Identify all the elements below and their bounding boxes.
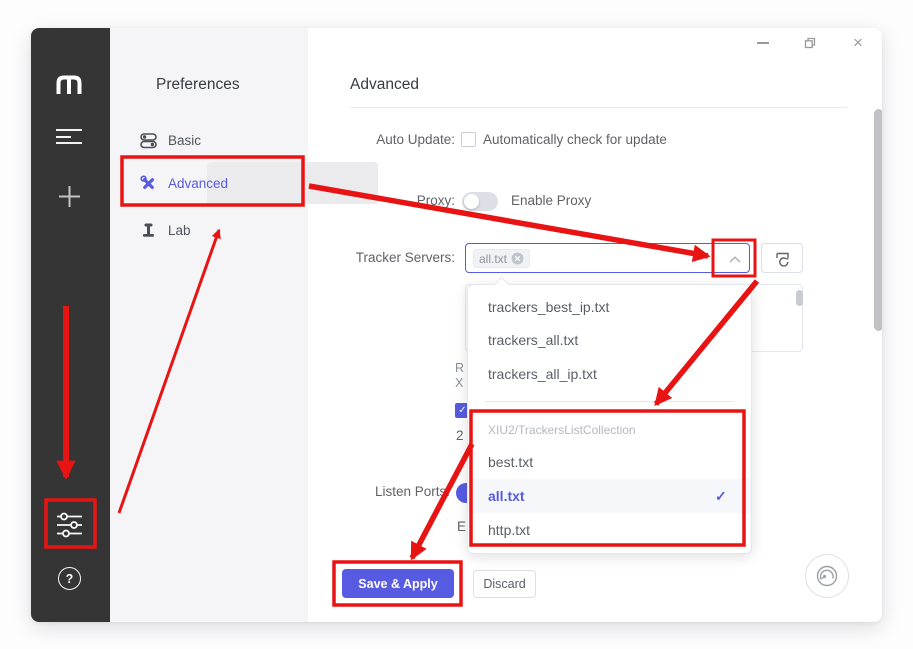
speedometer-icon [816,565,838,587]
add-task-icon[interactable] [58,185,81,208]
hidden-text-fragment: X [455,376,464,390]
dropdown-group-label: XIU2/TrackersListCollection [488,423,636,437]
lab-stamp-icon [143,223,154,237]
auto-update-label: Auto Update: [376,132,455,147]
check-icon: ✓ [715,488,727,504]
restore-icon [804,37,816,49]
hidden-text-fragment: 2 [456,428,464,443]
hidden-text-fragment: E [457,519,467,534]
window-scrollbar-thumb[interactable] [874,109,882,331]
tracker-dropdown: trackers_best_ip.txt trackers_all.txt tr… [467,276,752,554]
basic-toggles-icon [140,132,157,148]
sync-icon [775,252,789,267]
proxy-toggle[interactable] [462,192,498,211]
app-window: ? Preferences Basic Advanced Lab × Advan… [31,28,882,622]
tag-close-icon[interactable] [511,252,524,265]
help-icon[interactable]: ? [58,567,81,590]
textarea-scrollbar-thumb[interactable] [796,290,803,306]
dropdown-item[interactable]: trackers_all.txt [488,328,578,352]
dropdown-item[interactable]: best.txt [488,450,533,474]
motrix-logo-icon [56,75,82,94]
nav-label-advanced: Advanced [168,175,229,191]
dropdown-notch [493,276,510,293]
tracker-servers-select[interactable]: all.txt [465,243,750,273]
preferences-sliders-icon[interactable] [56,512,83,538]
nav-label-lab: Lab [168,222,191,238]
app-sidebar: ? [31,28,110,622]
dropdown-divider [485,401,734,402]
hidden-text-fragment: R [455,361,465,375]
dropdown-item[interactable]: http.txt [488,518,530,542]
nav-item-basic[interactable]: Basic [128,119,298,161]
close-icon: × [853,33,863,52]
proxy-label: Proxy: [416,193,455,208]
save-apply-button[interactable]: Save & Apply [342,569,454,598]
minimize-button[interactable] [752,32,774,54]
screenshot-canvas: ? Preferences Basic Advanced Lab × Advan… [0,0,913,649]
speed-limit-button[interactable] [805,554,849,598]
proxy-toggle-knob [464,194,479,209]
nav-label-basic: Basic [168,132,202,148]
dropdown-item[interactable]: trackers_best_ip.txt [488,295,609,319]
task-list-icon[interactable] [56,129,82,145]
listen-ports-label: Listen Ports: [374,484,450,499]
preferences-panel: Preferences Basic Advanced Lab [110,28,378,622]
dropdown-item[interactable]: trackers_all_ip.txt [488,362,597,386]
minimize-icon [757,42,769,44]
restore-button[interactable] [799,32,821,54]
page-title: Advanced [350,76,419,93]
tracker-tag[interactable]: all.txt [473,249,531,268]
chevron-up-icon[interactable] [729,256,741,263]
sync-trackers-button[interactable] [761,243,803,273]
proxy-toggle-label: Enable Proxy [511,193,592,208]
advanced-tools-icon [140,174,154,189]
tracker-servers-label: Tracker Servers: [355,250,455,265]
nav-item-advanced[interactable]: Advanced [128,162,298,204]
auto-update-checkbox-label[interactable]: Automatically check for update [483,132,667,147]
preferences-title: Preferences [156,76,240,93]
discard-button[interactable]: Discard [473,570,536,598]
title-divider [350,107,847,108]
auto-update-checkbox[interactable] [461,132,476,147]
nav-item-lab[interactable]: Lab [128,209,298,251]
close-button[interactable]: × [847,32,869,54]
tracker-tag-label: all.txt [479,251,508,266]
dropdown-item-selected[interactable]: all.txt [488,484,525,508]
